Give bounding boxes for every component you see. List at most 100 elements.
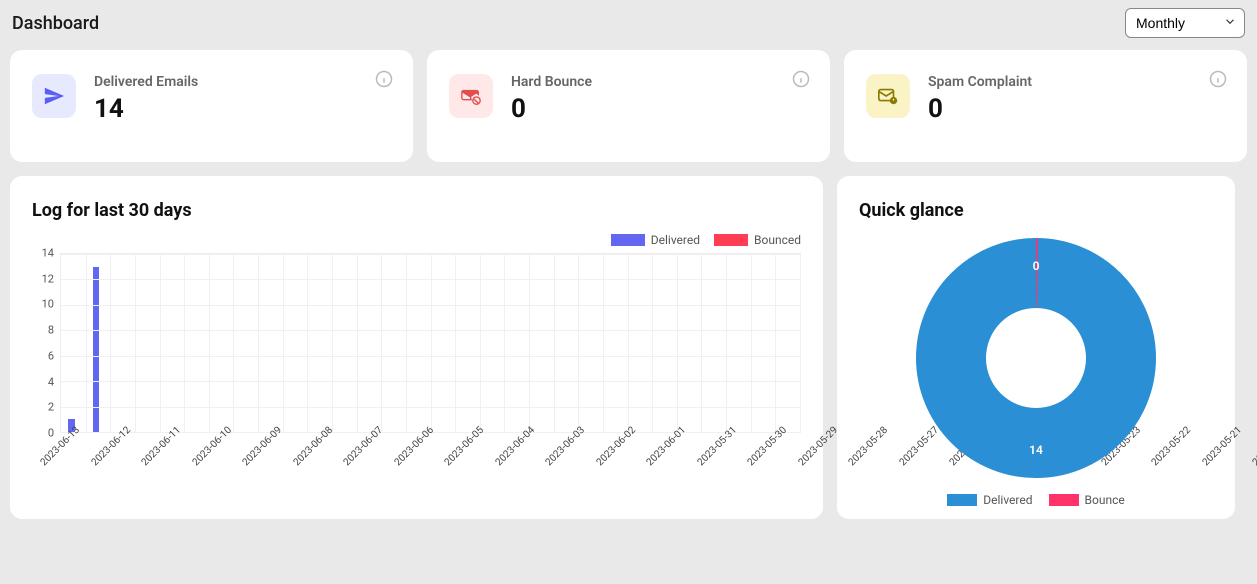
bar-slot <box>381 254 406 432</box>
gridline-v <box>184 254 185 432</box>
card-value: 14 <box>94 94 198 124</box>
bar-slot <box>258 254 283 432</box>
stat-card: Delivered Emails 14 <box>10 50 413 162</box>
bar-slot <box>184 254 209 432</box>
card-label: Spam Complaint <box>928 74 1032 90</box>
card-value: 0 <box>511 94 592 124</box>
y-tick: 0 <box>48 427 54 440</box>
y-tick: 10 <box>42 298 54 311</box>
bar-slot <box>110 254 135 432</box>
y-tick: 2 <box>48 401 54 414</box>
bar-slot <box>135 254 160 432</box>
gridline-v <box>431 254 432 432</box>
bar-slot <box>233 254 258 432</box>
plane-icon <box>32 74 76 118</box>
bar-slot <box>529 254 554 432</box>
info-icon[interactable] <box>792 70 810 88</box>
swatch-delivered <box>611 234 645 246</box>
info-icon[interactable] <box>1209 70 1227 88</box>
bar-slot <box>431 254 456 432</box>
legend-delivered: Delivered <box>611 233 700 247</box>
bar-slot <box>283 254 308 432</box>
gridline-v <box>406 254 407 432</box>
gridline-v <box>726 254 727 432</box>
gridline-v <box>307 254 308 432</box>
gridline-v <box>86 254 87 432</box>
donut-chart: 0 14 <box>911 233 1161 483</box>
bar-slot <box>357 254 382 432</box>
gridline-v <box>455 254 456 432</box>
log-panel-title: Log for last 30 days <box>32 200 801 221</box>
gridline-v <box>677 254 678 432</box>
bar-slot <box>751 254 776 432</box>
y-tick: 6 <box>48 349 54 362</box>
y-tick: 12 <box>42 272 54 285</box>
gridline-v <box>332 254 333 432</box>
glance-panel-title: Quick glance <box>859 200 1213 221</box>
y-tick: 8 <box>48 324 54 337</box>
bar-slot <box>776 254 801 432</box>
gridline-v <box>258 254 259 432</box>
gridline-v <box>135 254 136 432</box>
gridline-v <box>529 254 530 432</box>
gridline-v <box>160 254 161 432</box>
bar-slot <box>702 254 727 432</box>
mail-block-icon <box>449 74 493 118</box>
bar-slot <box>332 254 357 432</box>
gridline-v <box>652 254 653 432</box>
bar-chart: Delivered Bounced 02468101214 2023-06-13… <box>32 233 801 503</box>
bar-slot <box>86 254 111 432</box>
bar-slot <box>455 254 480 432</box>
bar-slot <box>578 254 603 432</box>
y-tick: 4 <box>48 375 54 388</box>
bar-slot <box>603 254 628 432</box>
legend-bounced: Bounced <box>714 233 801 247</box>
card-label: Hard Bounce <box>511 74 592 90</box>
bar-slot <box>505 254 530 432</box>
stat-card: Spam Complaint 0 <box>844 50 1247 162</box>
bar-slot <box>628 254 653 432</box>
bar-slot <box>726 254 751 432</box>
gridline-v <box>233 254 234 432</box>
gridline-v <box>110 254 111 432</box>
legend-bounced-label: Bounced <box>754 233 801 247</box>
gridline-v <box>775 254 776 432</box>
period-select-wrap: Monthly <box>1125 8 1245 38</box>
donut-delivered-value: 14 <box>1029 443 1043 457</box>
bar-slot <box>307 254 332 432</box>
legend-delivered-label: Delivered <box>651 233 700 247</box>
gridline-v <box>209 254 210 432</box>
gridline-v <box>628 254 629 432</box>
gridline-v <box>381 254 382 432</box>
card-value: 0 <box>928 94 1032 124</box>
gridline-v <box>554 254 555 432</box>
bar-slot <box>480 254 505 432</box>
y-tick: 14 <box>42 247 54 260</box>
log-panel: Log for last 30 days Delivered Bounced 0… <box>10 176 823 519</box>
bar-slot <box>677 254 702 432</box>
gridline-v <box>480 254 481 432</box>
card-label: Delivered Emails <box>94 74 198 90</box>
gridline-v <box>504 254 505 432</box>
bar-slot <box>652 254 677 432</box>
stat-card: Hard Bounce 0 <box>427 50 830 162</box>
gridline-v <box>800 254 801 432</box>
gridline-v <box>701 254 702 432</box>
gridline-v <box>283 254 284 432</box>
page-title: Dashboard <box>12 13 99 34</box>
period-select[interactable]: Monthly <box>1125 8 1245 38</box>
gridline-v <box>357 254 358 432</box>
bar-slot <box>406 254 431 432</box>
gridline-v <box>751 254 752 432</box>
mail-alert-icon <box>866 74 910 118</box>
info-icon[interactable] <box>375 70 393 88</box>
gridline-v <box>603 254 604 432</box>
bar-slot <box>160 254 185 432</box>
donut-bounce-value: 0 <box>1033 259 1040 273</box>
bar-slot <box>209 254 234 432</box>
gridline-v <box>578 254 579 432</box>
bar-slot <box>554 254 579 432</box>
bar-chart-legend: Delivered Bounced <box>611 233 801 247</box>
swatch-bounced <box>714 234 748 246</box>
bar-slot <box>61 254 86 432</box>
